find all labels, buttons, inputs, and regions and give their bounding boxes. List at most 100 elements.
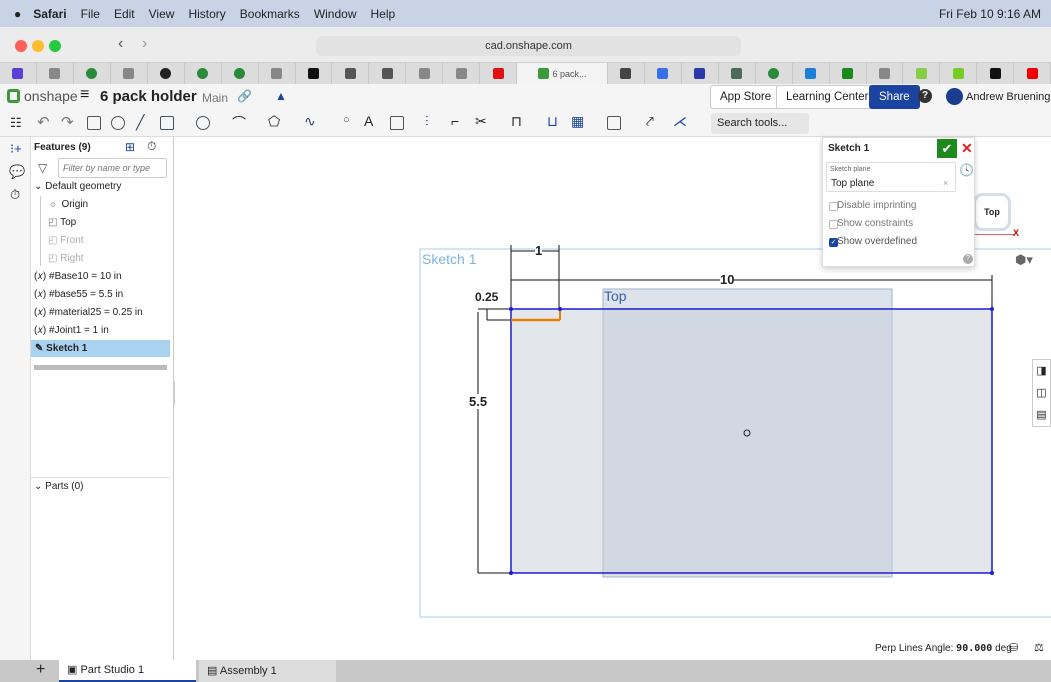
view-cube[interactable]: Top	[973, 193, 1011, 231]
variable-item[interactable]: (𝑥) #base55 = 5.5 in	[34, 286, 173, 303]
user-menu[interactable]: Andrew Bruening	[966, 91, 1050, 103]
insert-feature-icon[interactable]: ⁝+	[10, 141, 22, 157]
offset-icon[interactable]: ⊓	[511, 113, 522, 130]
use-icon[interactable]	[111, 116, 125, 130]
variable-item[interactable]: (𝑥) #Joint1 = 1 in	[34, 322, 173, 339]
help-icon[interactable]: ?	[918, 89, 932, 103]
browser-tab[interactable]	[148, 63, 185, 84]
apple-icon[interactable]: ●	[14, 7, 21, 21]
browser-tab[interactable]	[111, 63, 148, 84]
circle-tool-icon[interactable]	[196, 116, 210, 130]
dimension-icon[interactable]: ⫶	[425, 113, 429, 130]
browser-tab[interactable]	[443, 63, 481, 84]
rectangle-tool-icon[interactable]	[160, 116, 174, 130]
variable-item[interactable]: (𝑥) #material25 = 0.25 in	[34, 304, 173, 321]
browser-tab[interactable]	[369, 63, 407, 84]
browser-tab[interactable]	[830, 63, 867, 84]
rollback-timer-icon[interactable]: ⏱	[147, 139, 156, 154]
spline-tool-icon[interactable]: ∿	[304, 113, 316, 130]
maximize-window-button[interactable]	[49, 40, 61, 52]
dimension-joint[interactable]: 1	[535, 243, 543, 258]
appearance-icon[interactable]: ◨	[1033, 360, 1050, 382]
mass-properties-icon[interactable]: ⚖	[1034, 641, 1044, 654]
hamburger-menu-icon[interactable]: ≡	[80, 86, 89, 104]
tree-item-front[interactable]: ◰ Front	[48, 232, 187, 249]
browser-tab-active[interactable]: 6 pack...	[517, 63, 608, 84]
browser-tab[interactable]	[940, 63, 978, 84]
browser-tab[interactable]	[74, 63, 111, 84]
construction-icon[interactable]	[390, 116, 404, 130]
history-timer-icon[interactable]: ⏱	[10, 187, 20, 203]
menu-edit[interactable]: Edit	[114, 7, 135, 21]
browser-tab[interactable]	[296, 63, 333, 84]
feature-list-icon[interactable]: ☷	[10, 115, 22, 131]
dxf-import-icon[interactable]	[607, 116, 621, 130]
menu-file[interactable]: File	[81, 7, 100, 21]
browser-tab[interactable]	[756, 63, 793, 84]
copy-icon[interactable]	[87, 116, 101, 130]
chevron-down-icon[interactable]: ⌄	[34, 481, 42, 492]
avatar[interactable]	[946, 88, 963, 105]
graduation-cap-icon[interactable]: ▲	[275, 89, 287, 103]
menu-app[interactable]: Safari	[33, 7, 66, 21]
trim-icon[interactable]: ✂	[475, 113, 487, 130]
menu-view[interactable]: View	[149, 7, 175, 21]
close-window-button[interactable]	[15, 40, 27, 52]
browser-tab[interactable]	[977, 63, 1015, 84]
feature-item-sketch-1[interactable]: ✎ Sketch 1	[31, 340, 170, 357]
search-tools-button[interactable]: Search tools... ⌥C	[711, 113, 809, 150]
redo-icon[interactable]: ↷	[61, 113, 74, 131]
undo-icon[interactable]: ↶	[37, 113, 50, 131]
browser-tab[interactable]	[903, 63, 941, 84]
tree-item-top[interactable]: ◰ Top	[48, 214, 187, 231]
mirror-icon[interactable]: ⊔	[547, 113, 558, 130]
polygon-tool-icon[interactable]: ⬠	[268, 113, 280, 130]
confirm-check-icon[interactable]: ✔	[937, 139, 957, 158]
link-icon[interactable]: 🔗	[237, 89, 252, 103]
filter-icon[interactable]: ▽	[38, 161, 47, 175]
arc-tool-icon[interactable]: ⌒	[232, 113, 246, 133]
browser-tab[interactable]	[332, 63, 370, 84]
browser-tab[interactable]	[682, 63, 719, 84]
tree-item-origin[interactable]: ⊙ Origin	[50, 196, 189, 213]
menu-bookmarks[interactable]: Bookmarks	[240, 7, 300, 21]
clock-icon[interactable]: 🕓	[959, 163, 974, 177]
dimension-material[interactable]: 0.25	[475, 290, 498, 304]
view-options-icon[interactable]: ⬢▾	[1015, 252, 1033, 268]
browser-tab[interactable]	[37, 63, 74, 84]
url-bar[interactable]: cad.onshape.com	[316, 36, 741, 56]
back-icon[interactable]: ‹	[118, 35, 123, 53]
intersection-icon[interactable]: ⋌	[673, 113, 687, 130]
tree-item-right[interactable]: ◰ Right	[48, 250, 187, 267]
forward-icon[interactable]: ›	[142, 35, 147, 53]
minimize-window-button[interactable]	[32, 40, 44, 52]
browser-tab[interactable]	[185, 63, 222, 84]
browser-tab[interactable]	[719, 63, 756, 84]
text-tool-icon[interactable]: A	[364, 113, 373, 129]
filter-input[interactable]	[58, 158, 167, 178]
browser-tab[interactable]	[1014, 63, 1051, 84]
pattern-icon[interactable]: ▦	[571, 113, 584, 130]
menu-window[interactable]: Window	[314, 7, 357, 21]
browser-tab[interactable]	[222, 63, 259, 84]
browser-tab[interactable]	[645, 63, 682, 84]
point-tool-icon[interactable]: ○	[343, 114, 350, 126]
measure-icon[interactable]: ⛁	[1009, 641, 1018, 654]
cancel-x-icon[interactable]: ✕	[961, 140, 973, 157]
add-tab-button[interactable]: +	[36, 661, 45, 679]
line-tool-icon[interactable]: ╱	[136, 114, 144, 131]
comments-icon[interactable]: 💬	[9, 164, 25, 180]
panel-resize-handle[interactable]	[34, 365, 167, 370]
browser-tab[interactable]	[0, 63, 37, 84]
tab-part-studio-1[interactable]: ▣ Part Studio 1	[59, 660, 196, 682]
sketch-plane-field[interactable]: Sketch plane Top plane ×	[826, 162, 956, 192]
default-geometry-group[interactable]: ⌄ Default geometry	[34, 178, 173, 195]
menu-help[interactable]: Help	[371, 7, 396, 21]
tab-assembly-1[interactable]: ▤ Assembly 1	[199, 660, 336, 682]
clear-icon[interactable]: ×	[943, 178, 948, 188]
new-folder-icon[interactable]: ⊞	[125, 140, 135, 154]
browser-tab[interactable]	[608, 63, 645, 84]
help-icon[interactable]: ?	[963, 254, 973, 264]
variable-item[interactable]: (𝑥) #Base10 = 10 in	[34, 268, 173, 285]
parts-group[interactable]: ⌄ Parts (0)	[34, 478, 173, 495]
